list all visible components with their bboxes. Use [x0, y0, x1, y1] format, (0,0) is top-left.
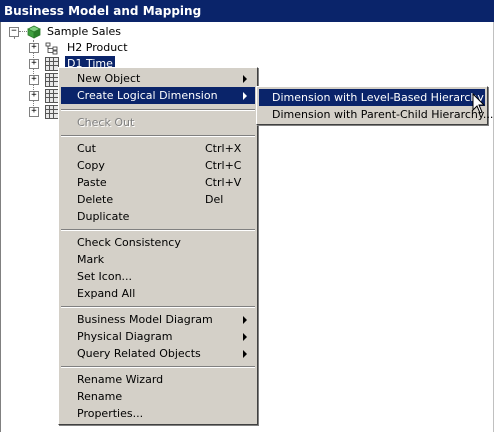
menu-item-set-icon[interactable]: Set Icon...: [61, 268, 255, 285]
menu-item-label: Duplicate: [77, 210, 130, 223]
table-icon: [45, 89, 59, 103]
menu-item-label: Query Related Objects: [77, 347, 201, 360]
expand-toggle-icon[interactable]: +: [29, 75, 39, 85]
table-icon: [45, 57, 59, 71]
menu-item-mark[interactable]: Mark: [61, 251, 255, 268]
menu-separator: [61, 109, 255, 111]
menu-item-duplicate[interactable]: Duplicate: [61, 208, 255, 225]
table-icon: [45, 73, 59, 87]
menu-item-label: Properties...: [77, 407, 144, 420]
menu-item-label: Paste: [77, 176, 107, 189]
menu-item-label: Cut: [77, 142, 96, 155]
collapse-toggle-icon[interactable]: −: [9, 27, 19, 37]
menu-separator: [61, 306, 255, 308]
menu-item-create-logical-dimension[interactable]: Create Logical Dimension: [61, 87, 255, 104]
menu-item-check-out: Check Out: [61, 114, 255, 131]
menu-item-label: Set Icon...: [77, 270, 133, 283]
tree-node-label: H2 Product: [67, 41, 128, 54]
tree-node[interactable]: +: [29, 104, 59, 120]
menu-item-label: Physical Diagram: [77, 330, 173, 343]
business-model-cube-icon: [27, 25, 41, 39]
menu-item-dimension-level-based[interactable]: Dimension with Level-Based Hierarchy: [259, 89, 485, 106]
hierarchy-icon: [45, 42, 58, 55]
create-logical-dimension-submenu: Dimension with Level-Based Hierarchy Dim…: [256, 86, 493, 125]
expand-toggle-icon[interactable]: +: [29, 91, 39, 101]
menu-item-business-model-diagram[interactable]: Business Model Diagram: [61, 311, 255, 328]
mouse-pointer-icon: [472, 93, 486, 114]
menu-separator: [61, 135, 255, 137]
menu-item-check-consistency[interactable]: Check Consistency: [61, 234, 255, 251]
menu-item-label: Create Logical Dimension: [77, 89, 218, 102]
expand-toggle-icon[interactable]: +: [29, 107, 39, 117]
menu-item-rename[interactable]: Rename: [61, 388, 255, 405]
submenu-arrow-icon: [243, 350, 247, 358]
menu-item-label: Check Out: [77, 116, 135, 129]
menu-item-label: Mark: [77, 253, 105, 266]
expand-toggle-icon[interactable]: +: [29, 43, 39, 53]
menu-item-label: Delete: [77, 193, 114, 206]
tree-node-h2-product[interactable]: + H2 Product: [29, 40, 139, 56]
context-menu: New Object Create Logical Dimension Chec…: [58, 67, 258, 425]
menu-item-label: Copy: [77, 159, 105, 172]
menu-shortcut: Ctrl+C: [205, 159, 242, 172]
submenu-arrow-icon: [243, 92, 247, 100]
panel-title-bar: Business Model and Mapping: [0, 0, 494, 22]
menu-item-copy[interactable]: Copy Ctrl+C: [61, 157, 255, 174]
menu-shortcut: Del: [205, 193, 224, 206]
menu-item-delete[interactable]: Delete Del: [61, 191, 255, 208]
menu-item-properties[interactable]: Properties...: [61, 405, 255, 422]
menu-item-query-related-objects[interactable]: Query Related Objects: [61, 345, 255, 362]
menu-item-dimension-parent-child[interactable]: Dimension with Parent-Child Hierarchy...: [259, 106, 493, 123]
menu-item-new-object[interactable]: New Object: [61, 70, 255, 87]
menu-item-label: Dimension with Level-Based Hierarchy: [272, 91, 484, 104]
submenu-arrow-icon: [243, 333, 247, 341]
menu-item-label: Check Consistency: [77, 236, 181, 249]
menu-item-label: Expand All: [77, 287, 136, 300]
menu-item-physical-diagram[interactable]: Physical Diagram: [61, 328, 255, 345]
menu-item-paste[interactable]: Paste Ctrl+V: [61, 174, 255, 191]
menu-separator: [61, 366, 255, 368]
menu-item-label: Business Model Diagram: [77, 313, 213, 326]
menu-item-label: New Object: [77, 72, 141, 85]
tree-node-sample-sales[interactable]: − Sample Sales: [9, 24, 129, 40]
menu-item-rename-wizard[interactable]: Rename Wizard: [61, 371, 255, 388]
submenu-arrow-icon: [243, 75, 247, 83]
table-icon: [45, 105, 59, 119]
menu-item-expand-all[interactable]: Expand All: [61, 285, 255, 302]
expand-toggle-icon[interactable]: +: [29, 59, 39, 69]
submenu-arrow-icon: [243, 316, 247, 324]
tree-node[interactable]: +: [29, 72, 59, 88]
menu-item-cut[interactable]: Cut Ctrl+X: [61, 140, 255, 157]
menu-item-label: Rename: [77, 390, 123, 403]
panel-title: Business Model and Mapping: [4, 4, 202, 18]
menu-shortcut: Ctrl+X: [205, 142, 242, 155]
menu-item-label: Dimension with Parent-Child Hierarchy...: [272, 108, 494, 121]
tree-node[interactable]: +: [29, 88, 59, 104]
tree-node-label: Sample Sales: [47, 25, 122, 38]
menu-shortcut: Ctrl+V: [205, 176, 242, 189]
menu-item-label: Rename Wizard: [77, 373, 164, 386]
menu-separator: [61, 229, 255, 231]
